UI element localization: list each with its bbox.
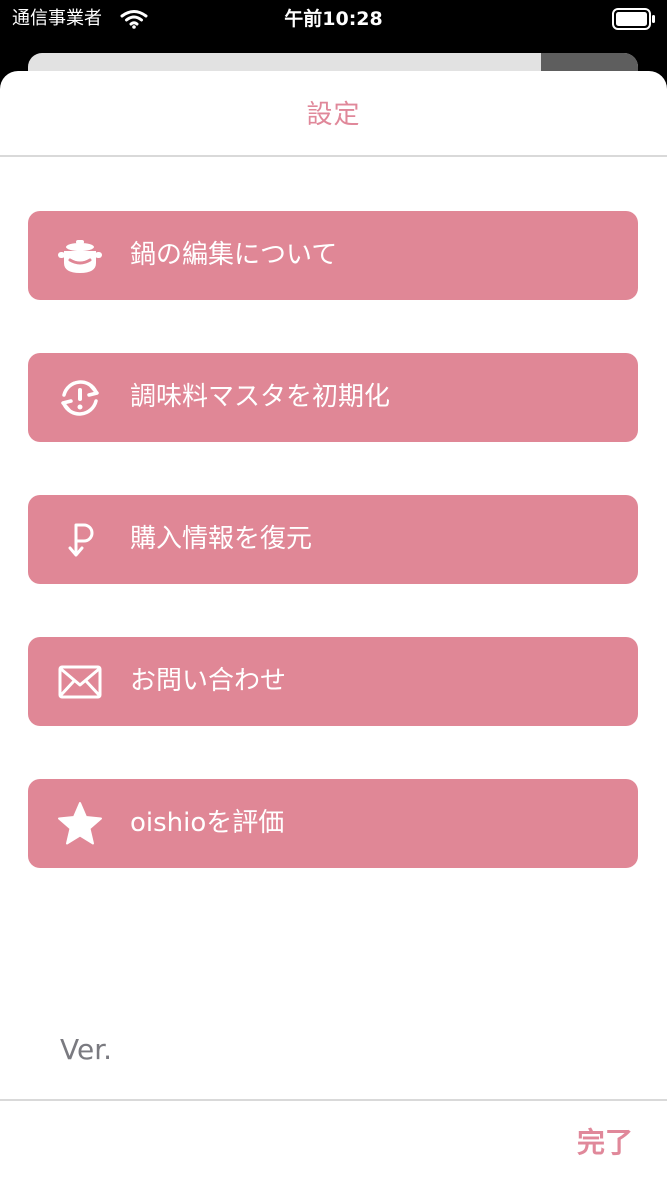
done-button[interactable]: 完了 <box>577 1125 633 1161</box>
menu-item-label: 調味料マスタを初期化 <box>130 382 391 412</box>
reset-icon <box>61 380 99 416</box>
pot-icon <box>58 240 102 273</box>
settings-sheet: 設定 鍋の編集について 調味料マスタを初期化 購入情報を復元 お問い合わせ oi… <box>0 71 667 1186</box>
pot-edit-info-button[interactable]: 鍋の編集について <box>28 211 638 300</box>
sheet-header: 設定 <box>0 71 667 157</box>
version-label: Ver. <box>60 1033 113 1066</box>
restore-purchase-icon <box>68 523 94 557</box>
menu-item-label: 購入情報を復元 <box>130 524 313 554</box>
page-title: 設定 <box>306 100 361 130</box>
menu-item-label: oishioを評価 <box>130 808 285 838</box>
rate-app-button[interactable]: oishioを評価 <box>28 779 638 868</box>
contact-button[interactable]: お問い合わせ <box>28 637 638 726</box>
status-bar: 通信事業者 午前10:28 <box>0 0 667 40</box>
restore-purchase-button[interactable]: 購入情報を復元 <box>28 495 638 584</box>
status-time: 午前10:28 <box>284 8 383 30</box>
menu-item-label: お問い合わせ <box>130 666 287 696</box>
menu-item-label: 鍋の編集について <box>130 240 338 270</box>
star-icon <box>58 802 102 845</box>
reset-seasoning-master-button[interactable]: 調味料マスタを初期化 <box>28 353 638 442</box>
battery-icon <box>612 8 655 30</box>
sheet-footer: 完了 <box>0 1099 667 1186</box>
mail-icon <box>58 665 102 699</box>
